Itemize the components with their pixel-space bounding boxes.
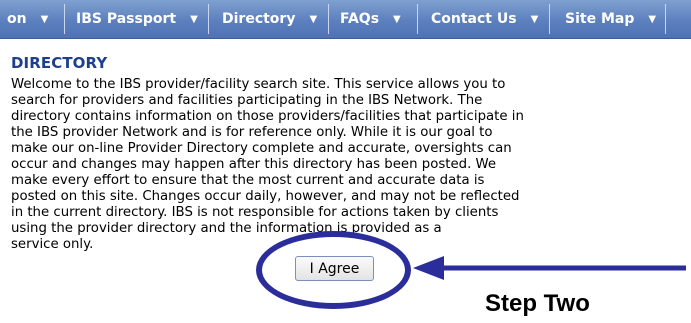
i-agree-button[interactable]: I Agree [295, 256, 374, 281]
chevron-down-icon: ▼ [530, 13, 539, 25]
disclaimer-line: the IBS provider Network and is for refe… [11, 125, 493, 140]
chevron-down-icon: ▼ [309, 13, 318, 25]
nav-item-overflow[interactable] [666, 0, 691, 38]
step-label: Step Two [485, 290, 590, 317]
nav-item-faqs[interactable]: FAQs ▼ [329, 0, 417, 38]
chevron-down-icon: ▼ [40, 13, 49, 25]
nav-item-label: Site Map [565, 11, 635, 27]
disclaimer-line: Welcome to the IBS provider/facility sea… [11, 77, 506, 92]
nav-item-label: Directory [222, 11, 296, 27]
disclaimer-line: in the current directory. IBS is not res… [11, 205, 499, 220]
arrow-head [413, 256, 444, 280]
nav-item-directory[interactable]: Directory ▼ [209, 0, 328, 38]
disclaimer-line: make every effort to ensure that the mos… [11, 173, 485, 188]
chevron-down-icon: ▼ [190, 13, 198, 25]
nav-item-label: IBS Passport [76, 11, 177, 27]
directory-disclaimer-text: Welcome to the IBS provider/facility sea… [11, 77, 691, 253]
nav-item-label: Contact Us [431, 11, 517, 27]
nav-item-label: FAQs [340, 11, 380, 27]
nav-item-ibs-passport[interactable]: IBS Passport ▼ [65, 0, 208, 38]
chevron-down-icon: ▼ [393, 13, 401, 25]
disclaimer-line: make our on-line Provider Directory comp… [11, 141, 512, 156]
disclaimer-line: occur and changes may happen after this … [11, 157, 497, 172]
top-nav-bar: on ▼ IBS Passport ▼ Directory ▼ FAQs ▼ C… [0, 0, 691, 39]
nav-item-contact-us[interactable]: Contact Us ▼ [418, 0, 549, 38]
page-title: DIRECTORY [11, 54, 108, 72]
chevron-down-icon: ▼ [648, 13, 657, 25]
nav-item-partial[interactable]: on ▼ [0, 0, 64, 38]
nav-item-label: on [7, 11, 27, 27]
disclaimer-line: directory contains information on those … [11, 109, 524, 124]
disclaimer-line: posted on this site. Changes occur daily… [11, 189, 520, 204]
nav-item-site-map[interactable]: Site Map ▼ [550, 0, 665, 38]
disclaimer-line: using the provider directory and the inf… [11, 221, 442, 236]
disclaimer-line: search for providers and facilities part… [11, 93, 483, 108]
